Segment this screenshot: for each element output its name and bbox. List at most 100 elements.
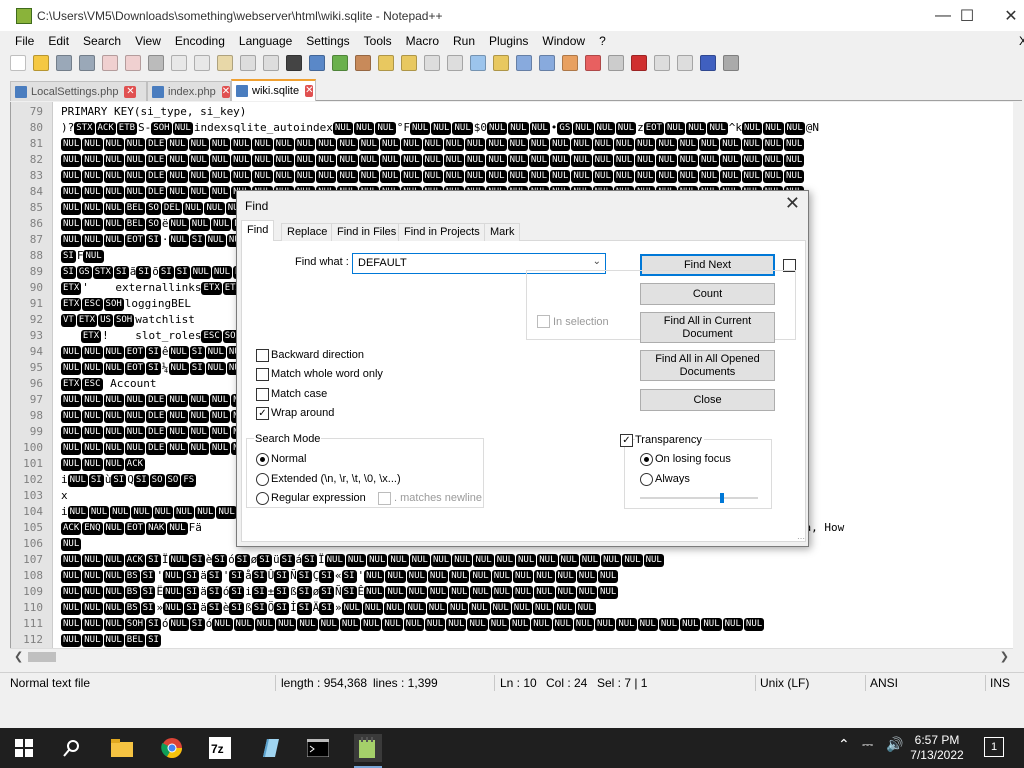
- editor-line[interactable]: 112 NUL NUL NUL BEL SI: [11, 632, 1011, 648]
- close-window-button[interactable]: ✕: [988, 0, 1024, 31]
- menu-settings[interactable]: Settings: [299, 34, 356, 48]
- menu-search[interactable]: Search: [76, 34, 128, 48]
- sync-horizontal-icon[interactable]: [401, 55, 417, 71]
- wrap-around-checkbox[interactable]: ✓: [256, 407, 269, 420]
- save-all-icon[interactable]: [79, 55, 95, 71]
- notepadpp-taskbar-icon[interactable]: [354, 734, 382, 768]
- always-radio[interactable]: [640, 473, 653, 486]
- count-button[interactable]: Count: [640, 283, 775, 305]
- menu-help[interactable]: ?: [592, 34, 613, 48]
- editor-line[interactable]: 83 NUL NUL NUL NUL DLE NUL NUL NUL NUL NUL NUL NUL NU…: [11, 168, 1011, 184]
- maximize-button[interactable]: ☐: [944, 0, 990, 31]
- redo-icon[interactable]: [263, 55, 279, 71]
- extended-mode-radio[interactable]: [256, 473, 269, 486]
- editor-line[interactable]: 110 NUL NUL NUL BS SI» NUL SI ä SI è SI ß SI Ö SI İ SI Ä SI…: [11, 600, 1011, 616]
- monitoring-icon[interactable]: [585, 55, 601, 71]
- file-explorer-icon[interactable]: [108, 734, 136, 762]
- editor-line[interactable]: 111 NUL NUL NUL SOH SI ó NUL SI ó NUL NUL NUL NUL NUL N…: [11, 616, 1011, 632]
- play-macro-icon[interactable]: [677, 55, 693, 71]
- chevron-up-icon[interactable]: ⌃: [838, 736, 850, 753]
- record-macro-icon[interactable]: [631, 55, 647, 71]
- print-icon[interactable]: [148, 55, 164, 71]
- preview-icon[interactable]: [608, 55, 624, 71]
- tab-localsettings[interactable]: LocalSettings.php ✕: [10, 81, 147, 101]
- backward-direction-checkbox[interactable]: [256, 349, 269, 362]
- run-macro-multiple-icon[interactable]: [700, 55, 716, 71]
- tab-close-icon[interactable]: ✕: [124, 85, 137, 98]
- menu-window[interactable]: Window: [535, 34, 592, 48]
- replace-icon[interactable]: [309, 55, 325, 71]
- menu-language[interactable]: Language: [232, 34, 299, 48]
- open-file-icon[interactable]: [33, 55, 49, 71]
- transparency-slider[interactable]: [640, 493, 758, 503]
- 7zip-icon[interactable]: 7z: [206, 734, 234, 762]
- udl-icon[interactable]: [493, 55, 509, 71]
- menu-plugins[interactable]: Plugins: [482, 34, 535, 48]
- network-icon[interactable]: ⎓: [862, 736, 873, 753]
- close-document-x[interactable]: X: [1012, 34, 1024, 48]
- volume-icon[interactable]: 🔊: [886, 736, 903, 753]
- show-all-chars-icon[interactable]: [447, 55, 463, 71]
- editor-line[interactable]: 82 NUL NUL NUL NUL DLE NUL NUL NUL NUL NUL NUL NUL NU…: [11, 152, 1011, 168]
- match-case-checkbox[interactable]: [256, 388, 269, 401]
- tab-find-in-projects[interactable]: Find in Projects: [398, 223, 486, 241]
- menu-tools[interactable]: Tools: [357, 34, 399, 48]
- editor-line[interactable]: 81 NUL NUL NUL NUL DLE NUL NUL NUL NUL NUL NUL NUL NU…: [11, 136, 1011, 152]
- notification-center-icon[interactable]: 1: [984, 737, 1004, 757]
- undo-icon[interactable]: [240, 55, 256, 71]
- menu-view[interactable]: View: [128, 34, 168, 48]
- editor-line[interactable]: 109 NUL NUL NUL BS SI Ë NUL SI ä SI ó SI i SI ± SI ß SI ø SI…: [11, 584, 1011, 600]
- tab-find[interactable]: Find: [241, 220, 275, 242]
- save-macro-icon[interactable]: [723, 55, 739, 71]
- title-bar[interactable]: C:\Users\VM5\Downloads\something\webserv…: [0, 0, 1024, 31]
- regex-mode-radio[interactable]: [256, 492, 269, 505]
- find-icon[interactable]: [286, 55, 302, 71]
- scroll-left-arrow-icon[interactable]: ❮: [14, 650, 23, 663]
- dialog-close-icon[interactable]: ✕: [785, 193, 800, 214]
- horizontal-scrollbar[interactable]: ❮ ❯: [10, 648, 1013, 665]
- scroll-thumb[interactable]: [28, 652, 56, 662]
- matches-newline-checkbox[interactable]: [378, 492, 391, 505]
- menu-run[interactable]: Run: [446, 34, 482, 48]
- chevron-down-icon[interactable]: ⌄: [593, 256, 601, 267]
- find-all-opened-documents-button[interactable]: Find All in All Opened Documents: [640, 350, 775, 381]
- stop-macro-icon[interactable]: [654, 55, 670, 71]
- zoom-in-icon[interactable]: [332, 55, 348, 71]
- editor-line[interactable]: 107 NUL NUL NUL ACK SI Ï NUL SI è SI ó SI ø SI ü SI á SI Ï N…: [11, 552, 1011, 568]
- new-file-icon[interactable]: [10, 55, 26, 71]
- close-icon[interactable]: [102, 55, 118, 71]
- slider-knob[interactable]: [720, 493, 724, 503]
- paste-icon[interactable]: [217, 55, 233, 71]
- notepad-icon[interactable]: [256, 734, 284, 762]
- tab-replace[interactable]: Replace: [281, 223, 334, 241]
- close-all-icon[interactable]: [125, 55, 141, 71]
- editor-line[interactable]: 108 NUL NUL NUL BS SI ' NUL SI ä SI ' SI å SI Û SI Ñ SI Ç SI…: [11, 568, 1011, 584]
- document-map-icon[interactable]: [516, 55, 532, 71]
- resize-grip-icon[interactable]: ⋯: [797, 534, 805, 543]
- editor-line[interactable]: 79 PRIMARY KEY(si_type, si_key): [11, 104, 1011, 120]
- tab-index[interactable]: index.php ✕: [147, 81, 231, 101]
- windows-start-icon[interactable]: [10, 734, 38, 762]
- tab-wiki-sqlite[interactable]: wiki.sqlite ✕: [231, 79, 316, 101]
- indent-guide-icon[interactable]: [470, 55, 486, 71]
- terminal-icon[interactable]: [304, 734, 332, 762]
- notepadpp-app-icon[interactable]: [16, 7, 32, 24]
- in-selection-checkbox[interactable]: [537, 315, 550, 328]
- menu-macro[interactable]: Macro: [399, 34, 446, 48]
- menu-file[interactable]: File: [0, 34, 41, 48]
- function-list-icon[interactable]: [539, 55, 555, 71]
- transparency-checkbox[interactable]: ✓: [620, 434, 633, 447]
- editor-line[interactable]: 80)? STX ACK ETB S- SOH NUL indexsqlite_autoind…: [11, 120, 1011, 136]
- save-icon[interactable]: [56, 55, 72, 71]
- folder-workspace-icon[interactable]: [562, 55, 578, 71]
- tab-mark[interactable]: Mark: [484, 223, 521, 241]
- cut-icon[interactable]: [171, 55, 187, 71]
- chrome-icon[interactable]: [158, 734, 186, 762]
- menu-encoding[interactable]: Encoding: [168, 34, 232, 48]
- scroll-right-arrow-icon[interactable]: ❯: [1000, 650, 1009, 663]
- vertical-scrollbar[interactable]: [1013, 102, 1024, 648]
- close-button[interactable]: Close: [640, 389, 775, 411]
- search-icon[interactable]: [58, 734, 86, 762]
- menu-edit[interactable]: Edit: [41, 34, 76, 48]
- tab-find-in-files[interactable]: Find in Files: [331, 223, 403, 241]
